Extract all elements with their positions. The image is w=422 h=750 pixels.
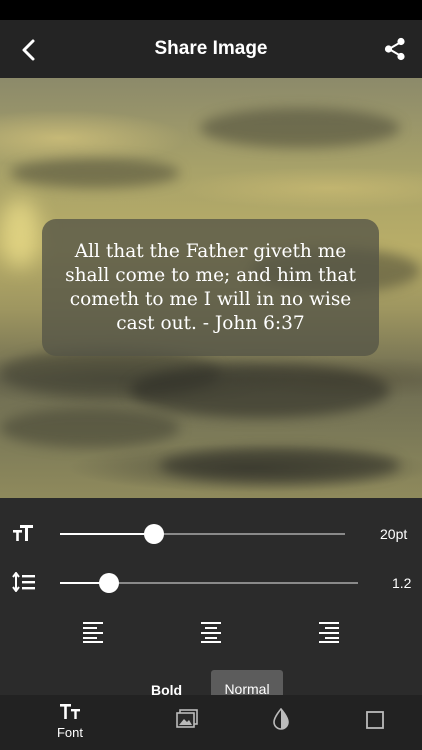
tab-font[interactable]: Font bbox=[30, 695, 110, 750]
font-icon bbox=[60, 704, 80, 719]
bottom-tab-bar: Font bbox=[0, 695, 422, 750]
line-spacing-thumb[interactable] bbox=[99, 573, 119, 593]
share-icon[interactable] bbox=[382, 36, 408, 62]
page-title: Share Image bbox=[154, 38, 268, 59]
text-controls: 20pt 1.2 bbox=[0, 498, 422, 695]
text-size-icon bbox=[13, 525, 33, 541]
tab-font-label: Font bbox=[56, 725, 83, 740]
quote-card[interactable]: All that the Father giveth me shall come… bbox=[42, 219, 379, 356]
font-weight-selector: Bold Normal bbox=[0, 670, 422, 698]
align-right-icon[interactable] bbox=[316, 621, 340, 643]
preview-image: All that the Father giveth me shall come… bbox=[0, 78, 422, 498]
status-bar bbox=[0, 0, 422, 20]
frame-icon bbox=[366, 711, 384, 729]
font-size-thumb[interactable] bbox=[144, 524, 164, 544]
quote-text: All that the Father giveth me shall come… bbox=[65, 240, 356, 334]
tab-background-image[interactable] bbox=[147, 695, 227, 750]
back-chevron-icon[interactable] bbox=[16, 37, 42, 63]
cloud-shape bbox=[130, 363, 390, 418]
image-icon bbox=[176, 709, 198, 728]
normal-option[interactable]: Normal bbox=[211, 670, 283, 695]
tab-frame[interactable] bbox=[335, 695, 415, 750]
line-spacing-value: 1.2 bbox=[392, 575, 412, 591]
contrast-icon bbox=[273, 708, 289, 730]
cloud-shape bbox=[10, 158, 180, 188]
align-center-icon[interactable] bbox=[199, 621, 223, 643]
cloud-shape bbox=[160, 448, 400, 483]
cloud-shape bbox=[0, 408, 180, 448]
font-size-fill bbox=[60, 533, 154, 535]
line-spacing-icon bbox=[12, 572, 35, 592]
navigation-bar: Share Image bbox=[0, 20, 422, 78]
align-left-icon[interactable] bbox=[82, 621, 106, 643]
cloud-shape bbox=[200, 108, 400, 148]
sky-glow bbox=[0, 198, 40, 268]
font-size-value: 20pt bbox=[380, 526, 408, 542]
tab-contrast[interactable] bbox=[241, 695, 321, 750]
